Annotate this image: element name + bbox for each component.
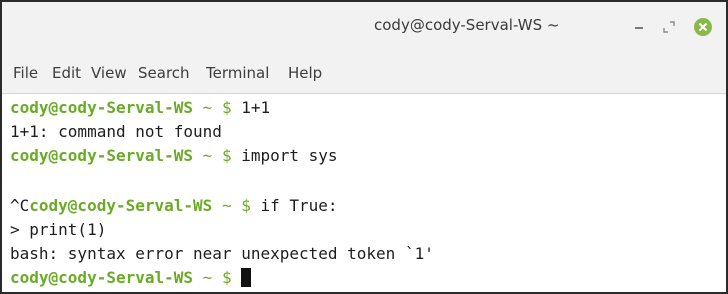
text-cursor bbox=[241, 268, 252, 287]
command-text: 1+1 bbox=[241, 98, 271, 117]
menu-search[interactable]: Search bbox=[138, 64, 190, 82]
terminal-line: > print(1) bbox=[10, 220, 107, 239]
prompt-user: cody@cody-Serval-WS bbox=[10, 268, 194, 287]
command-text: if True: bbox=[260, 196, 338, 215]
title-bar[interactable]: cody@cody-Serval-WS ~ bbox=[2, 2, 726, 54]
terminal-line: cody@cody-Serval-WS ~ $ import sys bbox=[10, 145, 338, 167]
terminal-line: bash: syntax error near unexpected token… bbox=[10, 244, 434, 263]
interrupt-prefix: ^C bbox=[10, 196, 30, 215]
prompt-symbol: $ bbox=[241, 196, 251, 215]
minimize-icon bbox=[635, 27, 643, 29]
close-button[interactable] bbox=[692, 16, 714, 38]
terminal-window: cody@cody-Serval-WS ~ File Edit View Sea… bbox=[0, 0, 728, 294]
maximize-icon bbox=[663, 21, 675, 33]
terminal-line: 1+1: command not found bbox=[10, 122, 222, 141]
close-icon bbox=[694, 18, 712, 36]
prompt-user: cody@cody-Serval-WS bbox=[29, 196, 213, 215]
menu-help[interactable]: Help bbox=[288, 64, 322, 82]
prompt-symbol: $ bbox=[221, 268, 232, 287]
menu-bar: File Edit View Search Terminal Help bbox=[2, 54, 726, 94]
command-text: import sys bbox=[241, 146, 338, 165]
menu-edit[interactable]: Edit bbox=[52, 64, 81, 82]
prompt-path: ~ bbox=[221, 196, 232, 215]
maximize-button[interactable] bbox=[658, 16, 680, 38]
prompt-user: cody@cody-Serval-WS bbox=[10, 98, 194, 117]
prompt-user: cody@cody-Serval-WS bbox=[10, 146, 194, 165]
menu-file[interactable]: File bbox=[13, 64, 38, 82]
prompt-path: ~ bbox=[202, 268, 213, 287]
prompt-symbol: $ bbox=[221, 98, 232, 117]
terminal-line: ^Ccody@cody-Serval-WS ~ $ if True: bbox=[10, 195, 338, 217]
menu-view[interactable]: View bbox=[91, 64, 127, 82]
prompt-path: ~ bbox=[202, 98, 213, 117]
terminal-line: cody@cody-Serval-WS ~ $ bbox=[10, 267, 252, 289]
menu-terminal[interactable]: Terminal bbox=[206, 64, 269, 82]
terminal-output[interactable]: cody@cody-Serval-WS ~ $ 1+1 1+1: command… bbox=[2, 95, 726, 292]
prompt-symbol: $ bbox=[221, 146, 232, 165]
window-title: cody@cody-Serval-WS ~ bbox=[374, 16, 560, 34]
prompt-path: ~ bbox=[202, 146, 213, 165]
minimize-button[interactable] bbox=[628, 16, 650, 38]
terminal-line: cody@cody-Serval-WS ~ $ 1+1 bbox=[10, 97, 270, 119]
